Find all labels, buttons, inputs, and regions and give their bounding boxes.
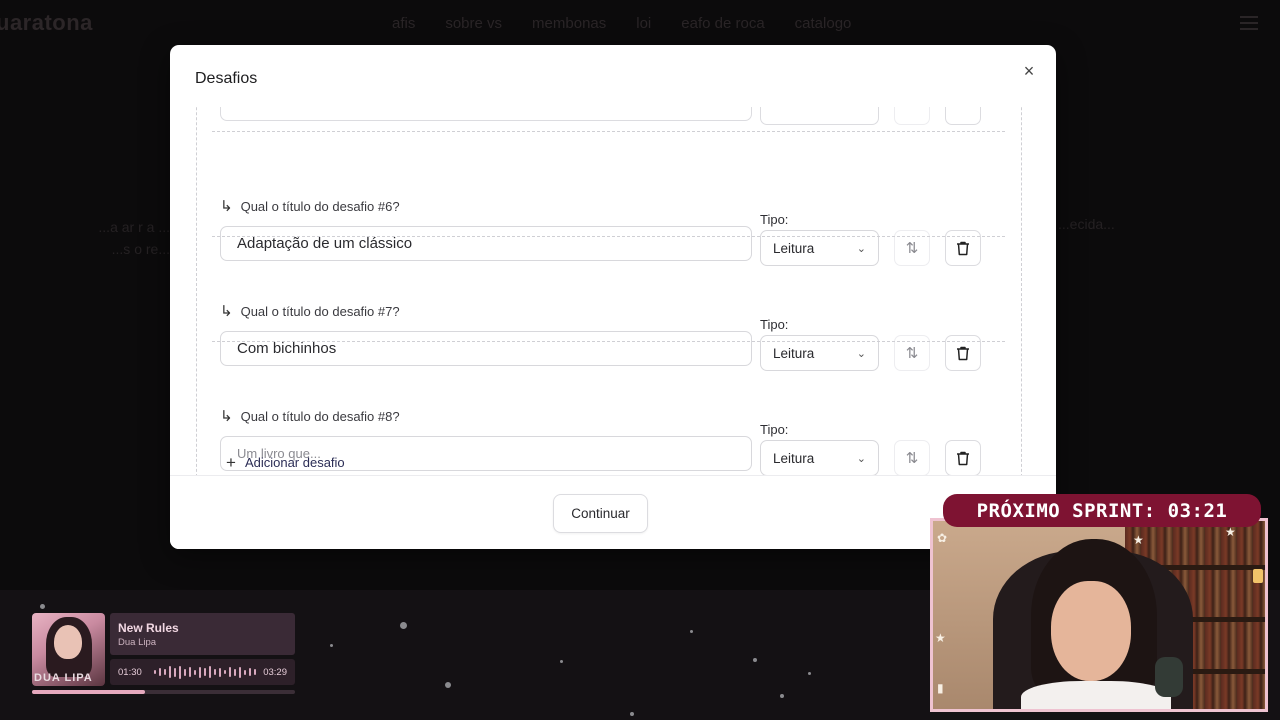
chevron-down-icon: ⌄ bbox=[856, 452, 866, 465]
row-divider bbox=[212, 131, 1005, 132]
reorder-button[interactable] bbox=[894, 107, 930, 125]
plus-icon: + bbox=[226, 452, 236, 472]
challenge-type-select[interactable]: Leitura ⌄ bbox=[760, 440, 879, 475]
playback-progress-fill bbox=[32, 690, 146, 694]
background-text-left: ...a ar r a ... ...s o re... bbox=[98, 219, 170, 257]
flower-icon: ✿ bbox=[937, 531, 948, 545]
star-icon: ★ bbox=[935, 631, 946, 645]
continue-button[interactable]: Continuar bbox=[553, 494, 648, 533]
challenge-question-text: Qual o título do desafio #7? bbox=[240, 304, 400, 319]
challenges-modal: Desafios × ↳ Qual o título do desafio #6… bbox=[170, 45, 1056, 549]
lantern-icon bbox=[1253, 569, 1263, 583]
challenge-type-select[interactable] bbox=[760, 107, 879, 125]
song-title: New Rules bbox=[118, 621, 179, 635]
site-nav-link: loi bbox=[636, 15, 652, 32]
lantern-icon: ▮ bbox=[937, 681, 944, 695]
album-art: DUA LIPA bbox=[32, 613, 105, 686]
challenge-row-fields: Tipo: Leitura ⌄ ⇅ bbox=[170, 163, 1056, 267]
waveform-icon bbox=[154, 665, 256, 679]
menu-icon bbox=[1240, 16, 1258, 30]
challenge-title-input[interactable] bbox=[220, 226, 752, 261]
webcam-frame: ✿ ★ ★ ★ ▮ bbox=[930, 518, 1268, 712]
song-artist: Dua Lipa bbox=[118, 637, 157, 648]
delete-button[interactable] bbox=[945, 440, 981, 475]
reorder-button[interactable]: ⇅ bbox=[894, 440, 930, 475]
album-art-text: DUA LIPA bbox=[34, 672, 93, 684]
current-time: 01:30 bbox=[118, 667, 142, 678]
background-text-right: ...ecida... bbox=[1058, 216, 1115, 232]
add-challenge-label: Adicionar desafio bbox=[244, 455, 345, 470]
row-divider bbox=[212, 341, 1005, 342]
playback-bar: 01:30 03:29 bbox=[110, 659, 295, 685]
trash-icon bbox=[957, 241, 969, 255]
microphone-icon bbox=[1155, 657, 1183, 697]
challenge-question: ↳ Qual o título do desafio #8? bbox=[220, 407, 400, 425]
select-value: Leitura bbox=[773, 450, 815, 466]
now-playing-card: New Rules Dua Lipa bbox=[110, 613, 295, 655]
site-nav-link: catalogo bbox=[794, 15, 852, 32]
chevron-down-icon: ⌄ bbox=[856, 242, 866, 255]
challenge-question-text: Qual o título do desafio #8? bbox=[240, 409, 400, 424]
sprint-timer: PRÓXIMO SPRINT: 03:21 bbox=[943, 494, 1261, 527]
site-nav-link: eafo de roca bbox=[681, 15, 765, 32]
arrow-return-icon: ↳ bbox=[220, 302, 233, 320]
playback-progress bbox=[32, 690, 295, 694]
trash-icon bbox=[957, 346, 969, 360]
site-logo: uaratona bbox=[0, 10, 93, 35]
star-icon: ★ bbox=[1225, 525, 1236, 539]
modal-title: Desafios bbox=[195, 70, 258, 87]
select-value: Leitura bbox=[773, 345, 815, 361]
site-nav-link: membonas bbox=[532, 15, 607, 32]
background-nav: uaratona afis sobre vs membonas loi eafo… bbox=[0, 0, 1280, 48]
chevron-down-icon: ⌄ bbox=[856, 347, 866, 360]
add-challenge-button[interactable]: + Adicionar desafio bbox=[226, 452, 345, 472]
type-label: Tipo: bbox=[760, 212, 789, 227]
select-value: Leitura bbox=[773, 240, 815, 256]
type-label: Tipo: bbox=[760, 422, 789, 437]
challenge-row-fields: ↳ Qual o título do desafio #7? Tipo: Lei… bbox=[170, 268, 1056, 372]
site-nav-links: afis sobre vs membonas loi eafo de roca … bbox=[392, 15, 851, 32]
star-icon: ★ bbox=[1133, 533, 1144, 547]
swap-vertical-icon: ⇅ bbox=[905, 240, 919, 257]
site-nav-link: sobre vs bbox=[445, 15, 503, 32]
arrow-return-icon: ↳ bbox=[220, 407, 233, 425]
total-time: 03:29 bbox=[263, 667, 287, 678]
row-divider bbox=[212, 236, 1005, 237]
challenge-title-input[interactable] bbox=[220, 107, 752, 121]
swap-vertical-icon: ⇅ bbox=[905, 450, 919, 467]
modal-body[interactable]: ↳ Qual o título do desafio #6? Tipo: Lei… bbox=[170, 107, 1056, 475]
close-icon[interactable]: × bbox=[1020, 62, 1038, 80]
challenge-question: ↳ Qual o título do desafio #7? bbox=[220, 302, 400, 320]
delete-button[interactable] bbox=[945, 107, 981, 125]
swap-vertical-icon: ⇅ bbox=[905, 345, 919, 362]
type-label: Tipo: bbox=[760, 317, 789, 332]
trash-icon bbox=[957, 451, 969, 465]
modal-footer: Continuar bbox=[170, 475, 1056, 549]
challenge-title-input[interactable] bbox=[220, 331, 752, 366]
site-nav-link: afis bbox=[392, 15, 416, 32]
